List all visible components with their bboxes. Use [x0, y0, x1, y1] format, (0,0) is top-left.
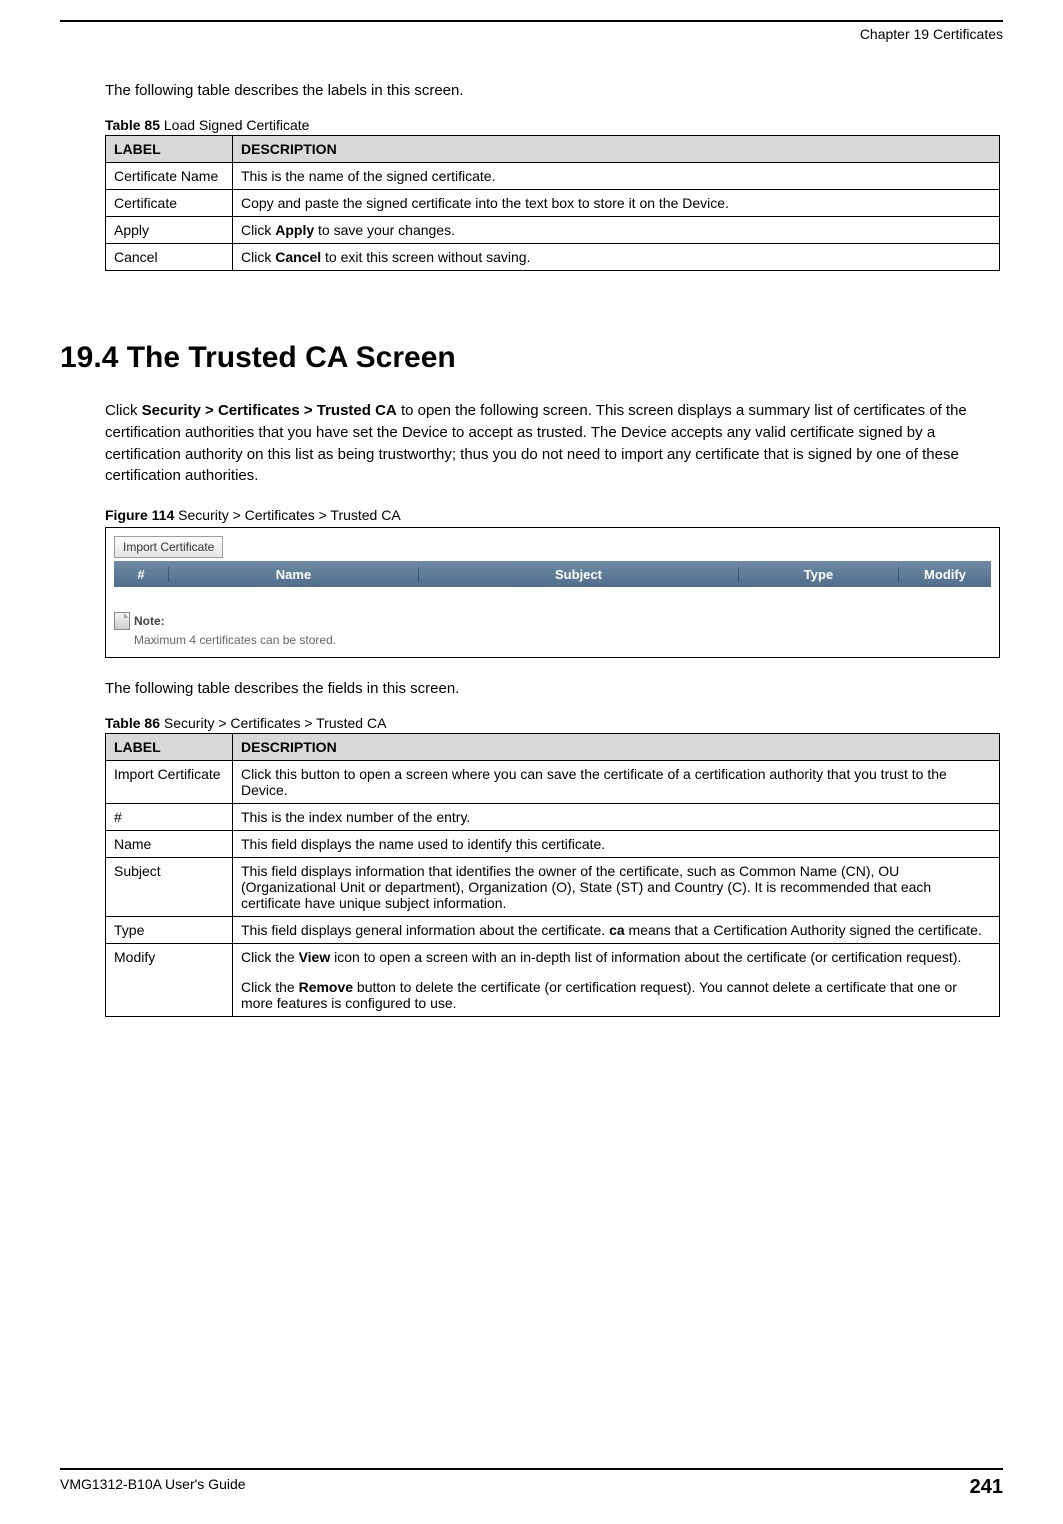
table85-caption-bold: Table 85 — [105, 117, 160, 133]
th-desc: DESCRIPTION — [233, 734, 1000, 761]
text-bold: Remove — [299, 979, 353, 995]
import-certificate-button[interactable]: Import Certificate — [114, 536, 223, 558]
text-bold: Security > Certificates > Trusted CA — [142, 402, 397, 419]
table-row: Certificate Copy and paste the signed ce… — [106, 190, 1000, 217]
col-subject: Subject — [419, 567, 739, 582]
table-row: Type This field displays general informa… — [106, 917, 1000, 944]
table85: LABEL DESCRIPTION Certificate Name This … — [105, 135, 1000, 271]
text: icon to open a screen with an in-depth l… — [330, 949, 961, 965]
text-bold: View — [299, 949, 331, 965]
col-number: # — [114, 567, 169, 582]
cell-desc: This field displays information that ide… — [233, 858, 1000, 917]
table85-caption-rest: Load Signed Certificate — [160, 117, 309, 133]
cell-desc: Click the View icon to open a screen wit… — [233, 944, 1000, 1017]
figure-caption-rest: Security > Certificates > Trusted CA — [174, 507, 400, 523]
text: This field displays general information … — [241, 922, 609, 938]
th-desc: DESCRIPTION — [233, 136, 1000, 163]
table-row: Cancel Click Cancel to exit this screen … — [106, 244, 1000, 271]
intro-text-2: The following table describes the fields… — [105, 680, 1003, 697]
col-type: Type — [739, 567, 899, 582]
text: to save your changes. — [314, 222, 455, 238]
text: Click — [241, 222, 275, 238]
cell-desc: This field displays the name used to ide… — [233, 831, 1000, 858]
col-modify: Modify — [899, 567, 991, 582]
note-text: Maximum 4 certificates can be stored. — [134, 633, 991, 647]
figure-caption: Figure 114 Security > Certificates > Tru… — [105, 507, 1003, 523]
note-label: Note: — [134, 614, 165, 628]
figure-header-row: # Name Subject Type Modify — [114, 561, 991, 587]
table85-caption: Table 85 Load Signed Certificate — [105, 117, 1003, 133]
text: Click — [241, 249, 275, 265]
page-footer: VMG1312-B10A User's Guide 241 — [60, 1468, 1003, 1499]
figure-note: Note: Maximum 4 certificates can be stor… — [114, 612, 991, 647]
table-row: Subject This field displays information … — [106, 858, 1000, 917]
chapter-title: Chapter 19 Certificates — [60, 26, 1003, 42]
note-icon — [114, 612, 130, 630]
text: Click — [105, 402, 142, 419]
cell-label: # — [106, 804, 233, 831]
table-header-row: LABEL DESCRIPTION — [106, 136, 1000, 163]
th-label: LABEL — [106, 734, 233, 761]
cell-desc: This is the name of the signed certifica… — [233, 163, 1000, 190]
table-row: Name This field displays the name used t… — [106, 831, 1000, 858]
cell-desc: Click Cancel to exit this screen without… — [233, 244, 1000, 271]
cell-desc: This is the index number of the entry. — [233, 804, 1000, 831]
text: means that a Certification Authority sig… — [625, 922, 982, 938]
section-heading: 19.4 The Trusted CA Screen — [60, 341, 1003, 375]
table-header-row: LABEL DESCRIPTION — [106, 734, 1000, 761]
th-label: LABEL — [106, 136, 233, 163]
figure-caption-bold: Figure 114 — [105, 507, 174, 523]
page-number: 241 — [970, 1476, 1003, 1499]
table-row: Apply Click Apply to save your changes. — [106, 217, 1000, 244]
body-paragraph: Click Security > Certificates > Trusted … — [105, 400, 1003, 487]
figure-114: Import Certificate # Name Subject Type M… — [105, 527, 1000, 658]
cell-label: Cancel — [106, 244, 233, 271]
cell-desc: Click Apply to save your changes. — [233, 217, 1000, 244]
text-bold: ca — [609, 922, 625, 938]
cell-desc: Click this button to open a screen where… — [233, 761, 1000, 804]
table86: LABEL DESCRIPTION Import Certificate Cli… — [105, 733, 1000, 1017]
cell-label: Subject — [106, 858, 233, 917]
col-name: Name — [169, 567, 419, 582]
cell-label: Modify — [106, 944, 233, 1017]
cell-label: Certificate — [106, 190, 233, 217]
footer-guide: VMG1312-B10A User's Guide — [60, 1476, 246, 1499]
cell-label: Apply — [106, 217, 233, 244]
table86-caption-bold: Table 86 — [105, 715, 160, 731]
intro-text-1: The following table describes the labels… — [105, 82, 1003, 99]
cell-desc: This field displays general information … — [233, 917, 1000, 944]
table-row: Import Certificate Click this button to … — [106, 761, 1000, 804]
cell-label: Import Certificate — [106, 761, 233, 804]
text-bold: Cancel — [275, 249, 321, 265]
text-bold: Apply — [275, 222, 314, 238]
table86-caption-rest: Security > Certificates > Trusted CA — [160, 715, 386, 731]
table86-caption: Table 86 Security > Certificates > Trust… — [105, 715, 1003, 731]
cell-label: Type — [106, 917, 233, 944]
table-row: Certificate Name This is the name of the… — [106, 163, 1000, 190]
cell-desc: Copy and paste the signed certificate in… — [233, 190, 1000, 217]
table-row: Modify Click the View icon to open a scr… — [106, 944, 1000, 1017]
text: to exit this screen without saving. — [321, 249, 530, 265]
cell-label: Certificate Name — [106, 163, 233, 190]
text: Click the — [241, 979, 299, 995]
cell-label: Name — [106, 831, 233, 858]
table-row: # This is the index number of the entry. — [106, 804, 1000, 831]
text: Click the — [241, 949, 299, 965]
